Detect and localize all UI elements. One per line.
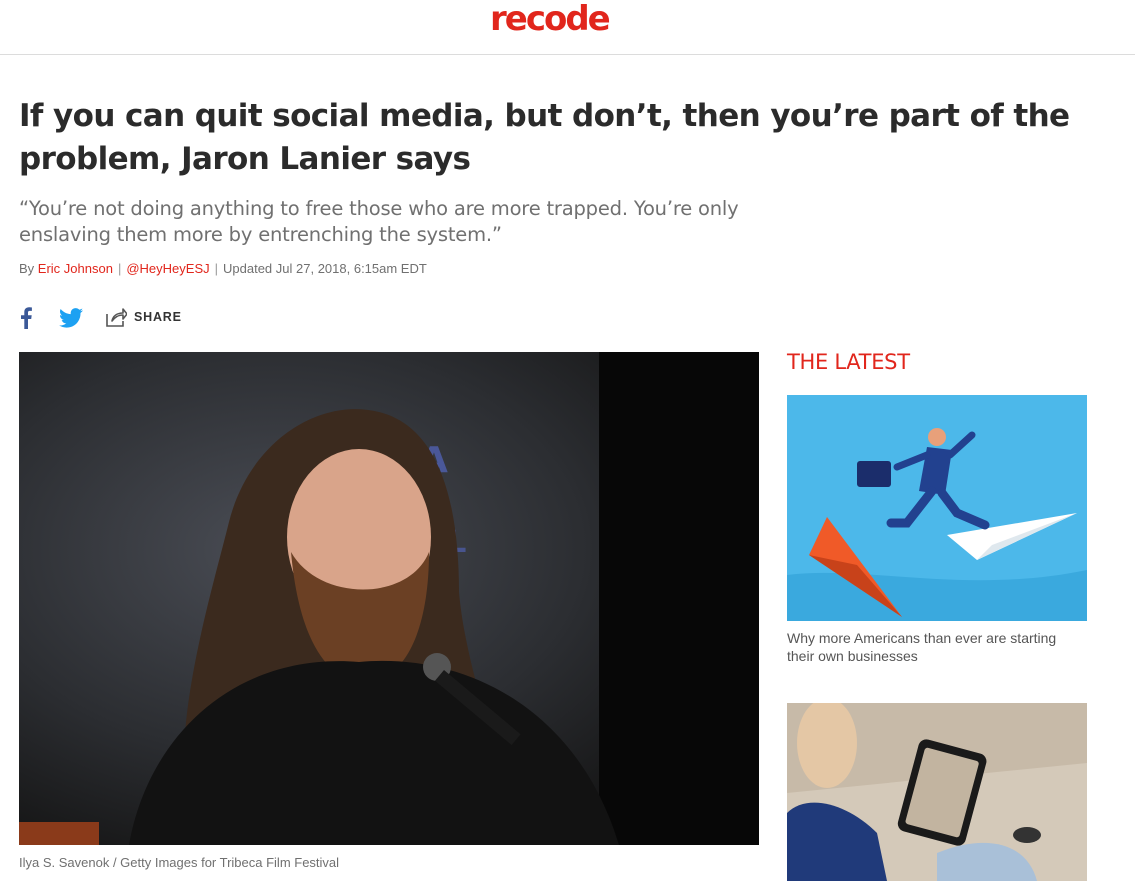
facebook-icon[interactable]	[19, 307, 33, 329]
article-dek: “You’re not doing anything to free those…	[19, 197, 739, 246]
byline-divider: |	[117, 261, 122, 276]
latest-item-image[interactable]	[787, 395, 1087, 621]
byline: By Eric Johnson | @HeyHeyESJ | Updated Jul 2…	[19, 260, 427, 278]
author-link[interactable]: Eric Johnson	[38, 261, 113, 276]
byline-prefix: By	[19, 261, 35, 276]
site-header: recode	[0, 0, 1135, 55]
share-bar: SHARE	[19, 305, 239, 331]
businessman-illustration	[787, 395, 1087, 621]
latest-item-image[interactable]	[787, 703, 1087, 881]
hero-image: ECA N AL	[19, 352, 759, 845]
author-twitter-link[interactable]: @HeyHeyESJ	[126, 261, 209, 276]
twitter-icon[interactable]	[59, 308, 83, 328]
hero-caption: Ilya S. Savenok / Getty Images for Tribe…	[19, 855, 340, 870]
tablet-photo	[787, 703, 1087, 881]
portrait-photo: ECA N AL	[19, 352, 759, 845]
recode-logo[interactable]: recode	[490, 1, 611, 37]
latest-section-title: THE LATEST	[787, 350, 910, 374]
byline-divider: |	[214, 261, 219, 276]
latest-item-title[interactable]: Why more Americans than ever are startin…	[787, 629, 1087, 665]
share-icon[interactable]	[105, 306, 127, 328]
share-label[interactable]: SHARE	[134, 310, 182, 324]
updated-timestamp: Updated Jul 27, 2018, 6:15am EDT	[223, 261, 427, 276]
article-headline: If you can quit social media, but don’t,…	[19, 98, 1070, 177]
